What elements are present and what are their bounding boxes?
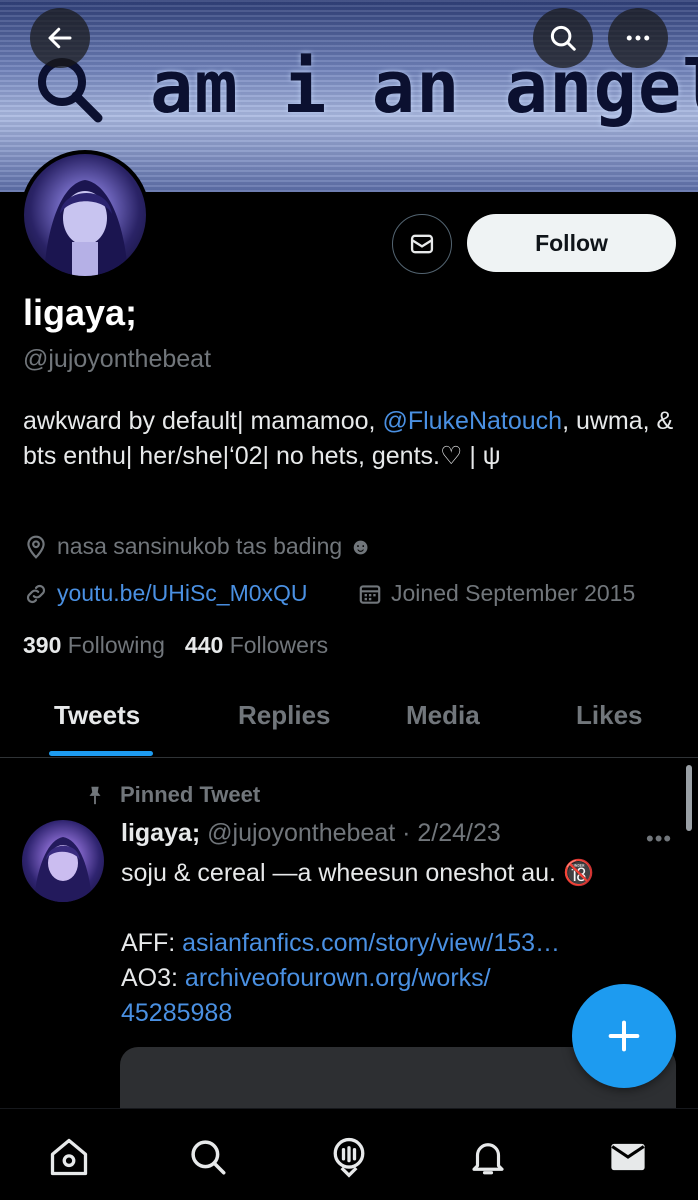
plus-icon <box>608 1020 640 1052</box>
pinned-text: Pinned Tweet <box>120 782 261 807</box>
notifications-icon <box>472 1143 504 1175</box>
tweet-line-aff: AFF: asianfanfics.com/story/view/153… <box>121 926 661 961</box>
following-count: 390 <box>23 632 62 658</box>
followers-label: Followers <box>229 632 329 658</box>
following-label: Following <box>67 632 165 658</box>
back-button[interactable] <box>30 8 90 68</box>
tweet-more-icon[interactable]: ••• <box>646 826 672 852</box>
avatar-portrait-icon <box>44 180 128 276</box>
spaces-icon <box>333 1137 365 1178</box>
following-stat[interactable]: 390 Following <box>23 632 165 659</box>
arrow-left-icon <box>48 27 72 49</box>
nav-search[interactable] <box>184 1133 232 1181</box>
tweet-header: ligaya; @jujoyonthebeat · 2/24/23 <box>121 819 501 848</box>
pinned-tweet-label: Pinned Tweet <box>84 782 260 808</box>
nav-messages[interactable] <box>604 1133 652 1181</box>
pin-icon <box>89 786 101 805</box>
bio-text-1: awkward by default| mamamoo, <box>23 407 383 435</box>
followers-stat[interactable]: 440 Followers <box>185 632 328 659</box>
nav-home[interactable] <box>45 1133 93 1181</box>
search-icon <box>550 25 576 51</box>
compose-tweet-button[interactable] <box>572 984 676 1088</box>
tabs-divider <box>0 757 698 758</box>
tweet-text: soju & cereal —a wheesun oneshot au. 🔞 A… <box>121 856 661 1031</box>
profile-joined: Joined September 2015 <box>357 580 635 607</box>
tweet-line-1: soju & cereal —a wheesun oneshot au. 🔞 <box>121 859 595 887</box>
aff-label: AFF: <box>121 929 183 957</box>
more-button[interactable] <box>608 8 668 68</box>
follow-button[interactable]: Follow <box>467 214 676 272</box>
bio-mention-link[interactable]: @FlukeNatouch <box>382 407 562 435</box>
profile-handle: @jujoyonthebeat <box>23 345 212 373</box>
calendar-icon <box>359 584 381 604</box>
tweet-author-handle[interactable]: @jujoyonthebeat <box>207 819 395 847</box>
search-button[interactable] <box>533 8 593 68</box>
tweet-line-ao3: AO3: archiveofourown.org/works/ <box>121 961 661 996</box>
avatar-portrait-icon <box>34 837 92 902</box>
ao3-link-1[interactable]: archiveofourown.org/works/ <box>185 964 491 992</box>
location-pin-icon <box>27 535 45 559</box>
messages-icon <box>611 1143 645 1171</box>
profile-name: ligaya; <box>23 292 138 333</box>
tab-likes[interactable]: Likes <box>576 700 643 731</box>
profile-bio: awkward by default| mamamoo, @FlukeNatou… <box>23 404 683 474</box>
ao3-link-2[interactable]: 45285988 <box>121 999 232 1027</box>
profile-website[interactable]: youtu.be/UHiSc_M0xQU <box>23 580 308 607</box>
aff-link[interactable]: asianfanfics.com/story/view/153… <box>182 929 560 957</box>
home-icon <box>50 1138 88 1176</box>
scrollbar[interactable] <box>686 765 692 831</box>
website-link[interactable]: youtu.be/UHiSc_M0xQU <box>57 580 308 607</box>
tweet-author-name[interactable]: ligaya; <box>121 819 200 847</box>
search-icon <box>191 1140 226 1175</box>
nav-notifications[interactable] <box>464 1133 512 1181</box>
tab-replies[interactable]: Replies <box>238 700 331 731</box>
active-tab-indicator <box>49 751 153 756</box>
more-icon <box>626 35 650 41</box>
mail-icon <box>410 234 434 254</box>
message-button[interactable] <box>392 214 452 274</box>
link-icon <box>26 584 46 603</box>
profile-stats: 390 Following 440 Followers <box>23 632 328 659</box>
tweet-avatar[interactable] <box>22 820 104 902</box>
tab-tweets[interactable]: Tweets <box>54 700 140 731</box>
followers-count: 440 <box>184 632 224 658</box>
nav-spaces[interactable] <box>325 1133 373 1181</box>
location-text: nasa sansinukob tas bading ☻ <box>57 533 373 559</box>
profile-avatar[interactable] <box>20 150 150 280</box>
tweet-date[interactable]: · 2/24/23 <box>402 819 501 847</box>
joined-text: Joined September 2015 <box>391 580 636 606</box>
bottom-navigation <box>0 1108 698 1200</box>
profile-location: nasa sansinukob tas bading ☻ <box>23 533 373 560</box>
ao3-label: AO3: <box>121 964 185 992</box>
tab-media[interactable]: Media <box>406 700 480 731</box>
